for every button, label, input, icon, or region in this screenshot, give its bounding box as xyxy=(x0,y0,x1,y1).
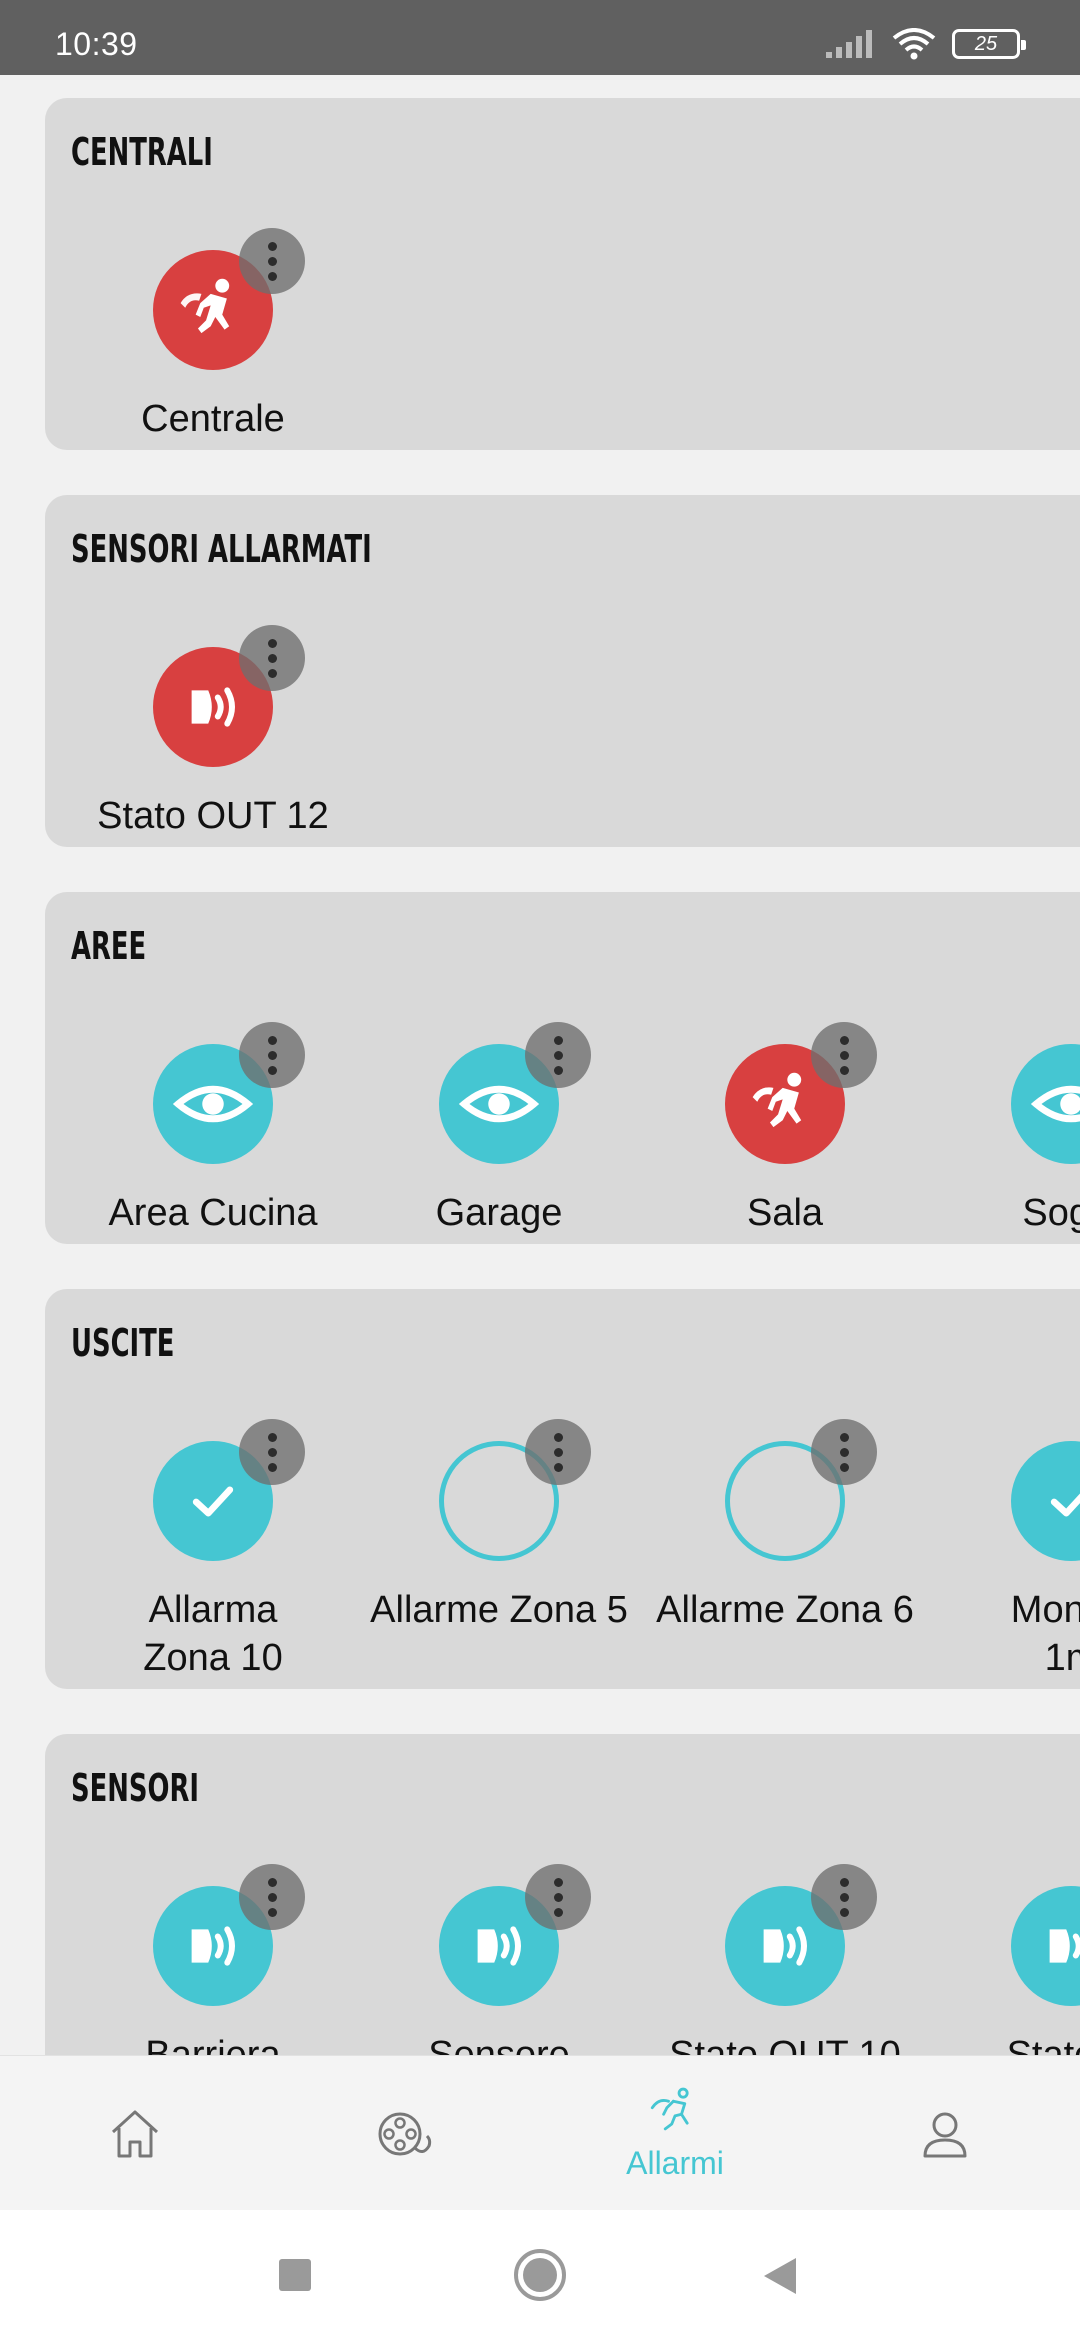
section-title: USCITE xyxy=(71,1321,175,1365)
section-sensori: SENSORI Barriera Sensore Stato OUT 10 St… xyxy=(45,1734,1080,2055)
item-label: Stato OUT 12 xyxy=(97,795,329,837)
section-aree: AREE Area Cucina Garage Sala Sog xyxy=(45,892,1080,1244)
item-menu-button[interactable] xyxy=(239,228,305,294)
section-title: SENSORI ALLARMATI xyxy=(71,527,372,571)
status-bar: 10:39 25 xyxy=(0,0,1080,75)
item-label: Barriera xyxy=(145,2034,281,2055)
item-label: Area Cucina xyxy=(108,1192,318,1234)
nav-video[interactable] xyxy=(270,2056,540,2211)
nav-home[interactable] xyxy=(0,2056,270,2211)
item-label: Sensore xyxy=(428,2034,570,2055)
item-menu-button[interactable] xyxy=(525,1864,591,1930)
item-label: Allarma Zona 10 xyxy=(143,1589,283,1679)
sensor-icon xyxy=(1011,1886,1080,2006)
user-icon xyxy=(923,2112,967,2157)
item-menu-button[interactable] xyxy=(811,1022,877,1088)
item-label: Stato O xyxy=(1006,2034,1080,2055)
alarm-dashboard[interactable]: CENTRALI Centrale SENSORI ALLARMATI Stat… xyxy=(0,75,1080,2055)
section-uscite: USCITE Allarma Zona 10 Allarme Zona 5 Al… xyxy=(45,1289,1080,1689)
item-label: Allarme Zona 6 xyxy=(656,1589,914,1631)
home-icon xyxy=(111,2110,159,2157)
item-menu-button[interactable] xyxy=(525,1419,591,1485)
section-centrali: CENTRALI Centrale xyxy=(45,98,1080,450)
item-menu-button[interactable] xyxy=(239,1419,305,1485)
nav-allarmi[interactable]: Allarmi xyxy=(540,2056,810,2211)
home-button[interactable] xyxy=(513,2248,567,2302)
recents-button[interactable] xyxy=(278,2258,312,2292)
check-icon xyxy=(1011,1441,1080,1561)
item-menu-button[interactable] xyxy=(239,1864,305,1930)
section-title: AREE xyxy=(71,924,147,968)
item-label: Sala xyxy=(746,1192,824,1234)
wifi-icon xyxy=(892,28,936,60)
item-menu-button[interactable] xyxy=(811,1864,877,1930)
eye-icon xyxy=(1011,1044,1080,1164)
item-menu-button[interactable] xyxy=(525,1022,591,1088)
item-label: Stato OUT 10 xyxy=(669,2034,901,2055)
camera-reel-icon xyxy=(378,2112,432,2155)
item-menu-button[interactable] xyxy=(239,625,305,691)
item-menu-button[interactable] xyxy=(811,1419,877,1485)
nav-profile[interactable] xyxy=(810,2056,1080,2211)
nav-label-allarmi: Allarmi xyxy=(626,2145,724,2181)
item-label: Allarme Zona 5 xyxy=(370,1589,628,1631)
back-button[interactable] xyxy=(762,2256,798,2296)
battery-level: 25 xyxy=(974,32,998,55)
signal-icon xyxy=(826,30,872,58)
item-menu-button[interactable] xyxy=(239,1022,305,1088)
item-label: Centrale xyxy=(141,398,285,440)
item-label: MonoS 1m xyxy=(1010,1589,1080,1679)
item-label: Garage xyxy=(435,1192,563,1234)
section-title: SENSORI xyxy=(71,1766,199,1810)
section-title: CENTRALI xyxy=(71,130,213,174)
battery-icon: 25 xyxy=(952,29,1026,59)
system-navigation xyxy=(0,2210,1080,2340)
bottom-navigation: Allarmi xyxy=(0,2055,1080,2210)
status-time: 10:39 xyxy=(55,26,138,62)
item-label: Soggi xyxy=(1022,1192,1080,1234)
section-sensori-allarmati: SENSORI ALLARMATI Stato OUT 12 xyxy=(45,495,1080,847)
running-person-icon xyxy=(650,2087,689,2131)
